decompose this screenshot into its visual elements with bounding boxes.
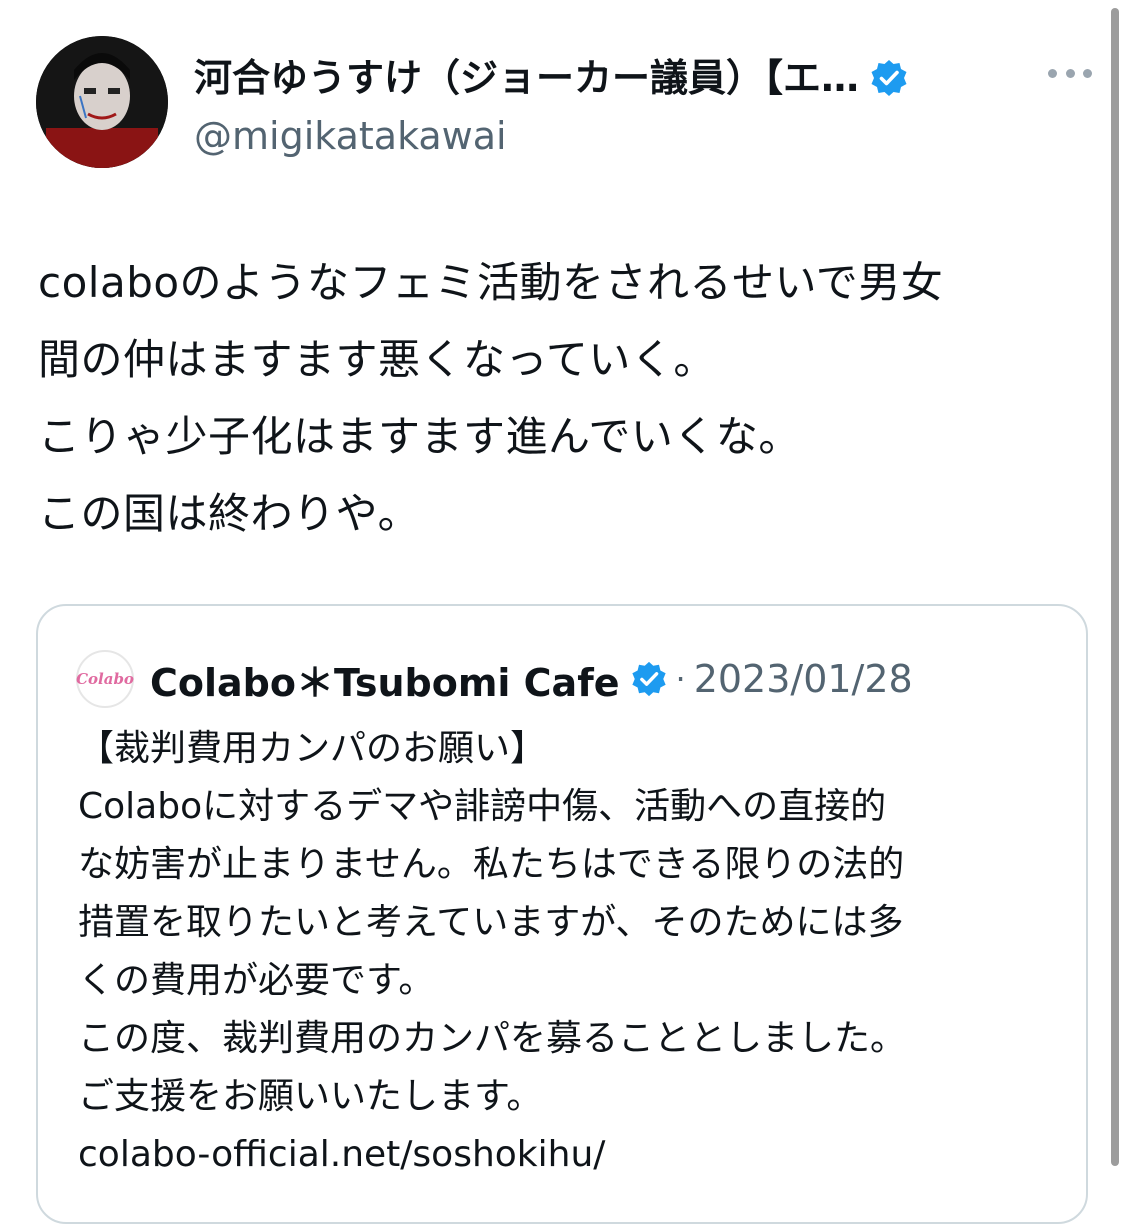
quoted-author-avatar[interactable]: Colabo: [76, 650, 134, 708]
more-dot: [1083, 68, 1092, 78]
quoted-tweet-card[interactable]: Colabo Colabo＊Tsubomi Cafe · 2023/01/28 …: [36, 604, 1088, 1224]
tweet-line: colaboのようなフェミ活動をされるせいで男女: [38, 258, 944, 307]
quoted-line: 【裁判費用カンパのお願い】: [78, 728, 547, 769]
quoted-line: 措置を取りたいと考えていますが、そのためには多: [78, 902, 904, 943]
more-dot: [1065, 68, 1075, 78]
author-display-name[interactable]: 河合ゆうすけ（ジョーカー議員）【エ…: [194, 52, 859, 104]
quoted-author-name[interactable]: Colabo＊Tsubomi Cafe: [150, 652, 620, 707]
quoted-tweet-header: Colabo Colabo＊Tsubomi Cafe · 2023/01/28: [76, 648, 913, 710]
tweet-line: この国は終わりや。: [38, 489, 421, 538]
quoted-link[interactable]: colabo-official.net/soshokihu/: [78, 1126, 1068, 1184]
verified-badge-icon: [871, 60, 907, 96]
verified-badge-icon: [631, 661, 666, 697]
quoted-tweet-date[interactable]: 2023/01/28: [694, 657, 913, 701]
author-name-row: 河合ゆうすけ（ジョーカー議員）【エ…: [194, 52, 909, 104]
quoted-line: この度、裁判費用のカンパを募ることとしました。: [78, 1018, 907, 1059]
more-dot: [1048, 68, 1057, 78]
quoted-line: な妨害が止まりません。私たちはできる限りの法的: [78, 844, 905, 885]
more-options-icon[interactable]: [1044, 58, 1096, 88]
quoted-avatar-logo: Colabo: [76, 670, 134, 688]
scrollbar[interactable]: [1111, 8, 1119, 1166]
author-handle[interactable]: @migikatakawai: [194, 112, 507, 160]
quoted-line: くの費用が必要です。: [78, 960, 435, 1001]
tweet-header: 河合ゆうすけ（ジョーカー議員）【エ… @migikatakawai: [36, 36, 1096, 168]
quoted-line: ご支援をお願いいたします。: [78, 1076, 543, 1117]
author-avatar[interactable]: [36, 36, 168, 168]
tweet-line: こりゃ少子化はますます進んでいくな。: [38, 412, 801, 461]
tweet-line: 間の仲はますます悪くなっていく。: [38, 335, 716, 384]
tweet-text: colaboのようなフェミ活動をされるせいで男女 間の仲はますます悪くなっていく…: [38, 244, 1078, 552]
separator-dot: ·: [675, 660, 686, 698]
quoted-line: Colaboに対するデマや誹謗中傷、活動への直接的: [78, 786, 887, 827]
quoted-tweet-text: 【裁判費用カンパのお願い】 Colaboに対するデマや誹謗中傷、活動への直接的 …: [78, 720, 1068, 1184]
